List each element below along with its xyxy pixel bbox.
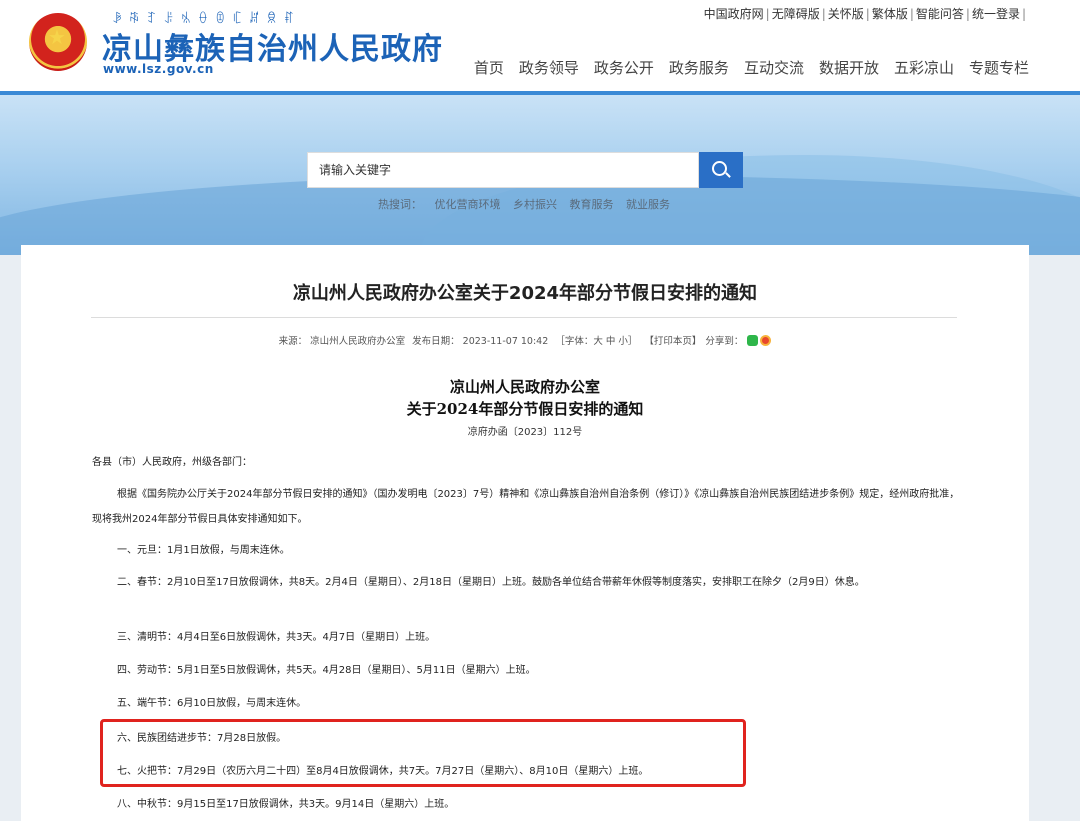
top-links: 中国政府网 | 无障碍版 | 关怀版 | 繁体版 | 智能问答 | 统一登录 | <box>704 5 1028 22</box>
meta-source: 来源： 凉山州人民政府办公室 <box>278 336 406 347</box>
holiday-item: 五、端午节：6月10日放假，与周末连休。 <box>117 698 307 709</box>
hotword-link[interactable]: 就业服务 <box>626 198 670 211</box>
divider: | <box>1021 7 1026 21</box>
nav-liangshan[interactable]: 五彩凉山 <box>894 57 954 78</box>
font-size-control[interactable]: ［字体：大 中 小］ <box>555 336 637 347</box>
intro-paragraph: 根据《国务院办公厅关于2024年部分节假日安排的通知》（国办发明电〔2023〕7… <box>92 489 960 525</box>
search-icon-handle <box>725 172 731 178</box>
divider: | <box>865 7 870 21</box>
top-link-login[interactable]: 统一登录 <box>972 7 1020 21</box>
document-number: 凉府办函〔2023〕112号 <box>467 427 583 438</box>
top-link-qa[interactable]: 智能问答 <box>916 7 964 21</box>
top-link-traditional[interactable]: 繁体版 <box>872 7 908 21</box>
article-meta: 来源： 凉山州人民政府办公室 发布日期： 2023-11-07 10:42 ［字… <box>21 333 1029 347</box>
national-emblem-icon[interactable] <box>29 13 87 71</box>
holiday-item: 二、春节：2月10日至17日放假调休，共8天。2月4日（星期日）、2月18日（星… <box>117 577 865 588</box>
print-link[interactable]: 【打印本页】 <box>644 336 701 347</box>
site-header: ꆃꎸꆈꌠꁱꂷꀧꏸꏦꌋꐥ 凉山彝族自治州人民政府 www.lsz.gov.cn 中… <box>0 0 1080 95</box>
main-nav: 首页 政务领导 政务公开 政务服务 互动交流 数据开放 五彩凉山 专题专栏 <box>474 57 1029 78</box>
nav-home[interactable]: 首页 <box>474 57 504 78</box>
top-link-care[interactable]: 关怀版 <box>828 7 864 21</box>
search-input[interactable]: 请输入关键字 <box>307 152 699 188</box>
divider: | <box>765 7 770 21</box>
divider: | <box>821 7 826 21</box>
nav-leaders[interactable]: 政务领导 <box>519 57 579 78</box>
divider: | <box>909 7 914 21</box>
weibo-icon[interactable] <box>760 335 772 346</box>
divider: | <box>965 7 970 21</box>
hotword-link[interactable]: 优化营商环境 <box>435 198 501 211</box>
top-link-accessible[interactable]: 无障碍版 <box>772 7 820 21</box>
hotwords-label: 热搜词： <box>378 198 422 211</box>
salutation: 各县（市）人民政府，州级各部门： <box>92 457 252 468</box>
document-issuer: 凉山州人民政府办公室 <box>449 378 600 396</box>
hot-search-words: 热搜词： 优化营商环境 乡村振兴 教育服务 就业服务 <box>378 196 679 212</box>
holiday-item: 一、元旦：1月1日放假，与周末连休。 <box>117 545 290 556</box>
holiday-item: 四、劳动节：5月1日至5日放假调休，共5天。4月28日（星期日）、5月11日（星… <box>117 665 536 676</box>
hotword-link[interactable]: 教育服务 <box>570 198 614 211</box>
nav-public-affairs[interactable]: 政务公开 <box>594 57 654 78</box>
nav-special-topics[interactable]: 专题专栏 <box>969 57 1029 78</box>
share-label: 分享到： <box>705 336 744 347</box>
title-divider <box>91 317 957 318</box>
wechat-icon[interactable] <box>747 335 759 346</box>
nav-services[interactable]: 政务服务 <box>669 57 729 78</box>
holiday-item: 三、清明节：4月4日至6日放假调休，共3天。4月7日（星期日）上班。 <box>117 632 436 643</box>
site-url: www.lsz.gov.cn <box>103 62 214 76</box>
document-title: 关于2024年部分节假日安排的通知 <box>406 400 644 418</box>
holiday-item: 八、中秋节：9月15日至17日放假调休，共3天。9月14日（星期六）上班。 <box>117 799 455 810</box>
nav-open-data[interactable]: 数据开放 <box>819 57 879 78</box>
highlight-box <box>100 719 746 787</box>
search-button[interactable] <box>699 152 743 188</box>
meta-date: 发布日期： 2023-11-07 10:42 <box>412 336 549 347</box>
search-banner: 请输入关键字 热搜词： 优化营商环境 乡村振兴 教育服务 就业服务 <box>0 95 1080 255</box>
nav-interaction[interactable]: 互动交流 <box>744 57 804 78</box>
top-link-gov[interactable]: 中国政府网 <box>704 7 764 21</box>
article-title: 凉山州人民政府办公室关于2024年部分节假日安排的通知 <box>292 283 758 304</box>
hotword-link[interactable]: 乡村振兴 <box>513 198 557 211</box>
